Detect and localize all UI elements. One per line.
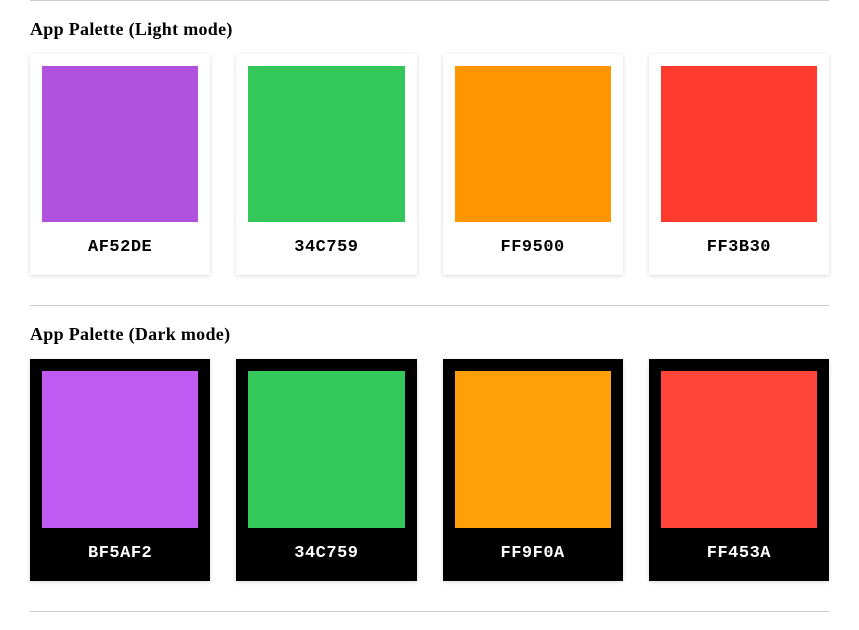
swatch-card: FF3B30 — [649, 54, 829, 275]
swatch-card: AF52DE — [30, 54, 210, 275]
swatch-label: 34C759 — [294, 544, 358, 569]
swatch-color — [661, 66, 817, 222]
section-title-dark: App Palette (Dark mode) — [30, 324, 829, 345]
swatch-color — [455, 66, 611, 222]
swatch-color — [42, 371, 198, 527]
section-divider-bottom — [30, 611, 829, 612]
swatch-color — [248, 66, 404, 222]
swatch-card: 34C759 — [236, 359, 416, 580]
swatch-color — [248, 371, 404, 527]
section-divider-top — [30, 0, 829, 1]
swatch-card: 34C759 — [236, 54, 416, 275]
swatch-label: FF9F0A — [501, 544, 565, 569]
swatch-color — [455, 371, 611, 527]
swatch-card: FF9F0A — [443, 359, 623, 580]
section-divider-middle — [30, 305, 829, 306]
palette-row-dark: BF5AF2 34C759 FF9F0A FF453A — [30, 359, 829, 580]
swatch-card: FF9500 — [443, 54, 623, 275]
swatch-label: 34C759 — [294, 238, 358, 263]
swatch-label: FF3B30 — [707, 238, 771, 263]
swatch-label: FF453A — [707, 544, 771, 569]
swatch-color — [42, 66, 198, 222]
swatch-color — [661, 371, 817, 527]
swatch-card: BF5AF2 — [30, 359, 210, 580]
palette-row-light: AF52DE 34C759 FF9500 FF3B30 — [30, 54, 829, 275]
swatch-label: AF52DE — [88, 238, 152, 263]
section-title-light: App Palette (Light mode) — [30, 19, 829, 40]
swatch-label: FF9500 — [501, 238, 565, 263]
swatch-card: FF453A — [649, 359, 829, 580]
swatch-label: BF5AF2 — [88, 544, 152, 569]
